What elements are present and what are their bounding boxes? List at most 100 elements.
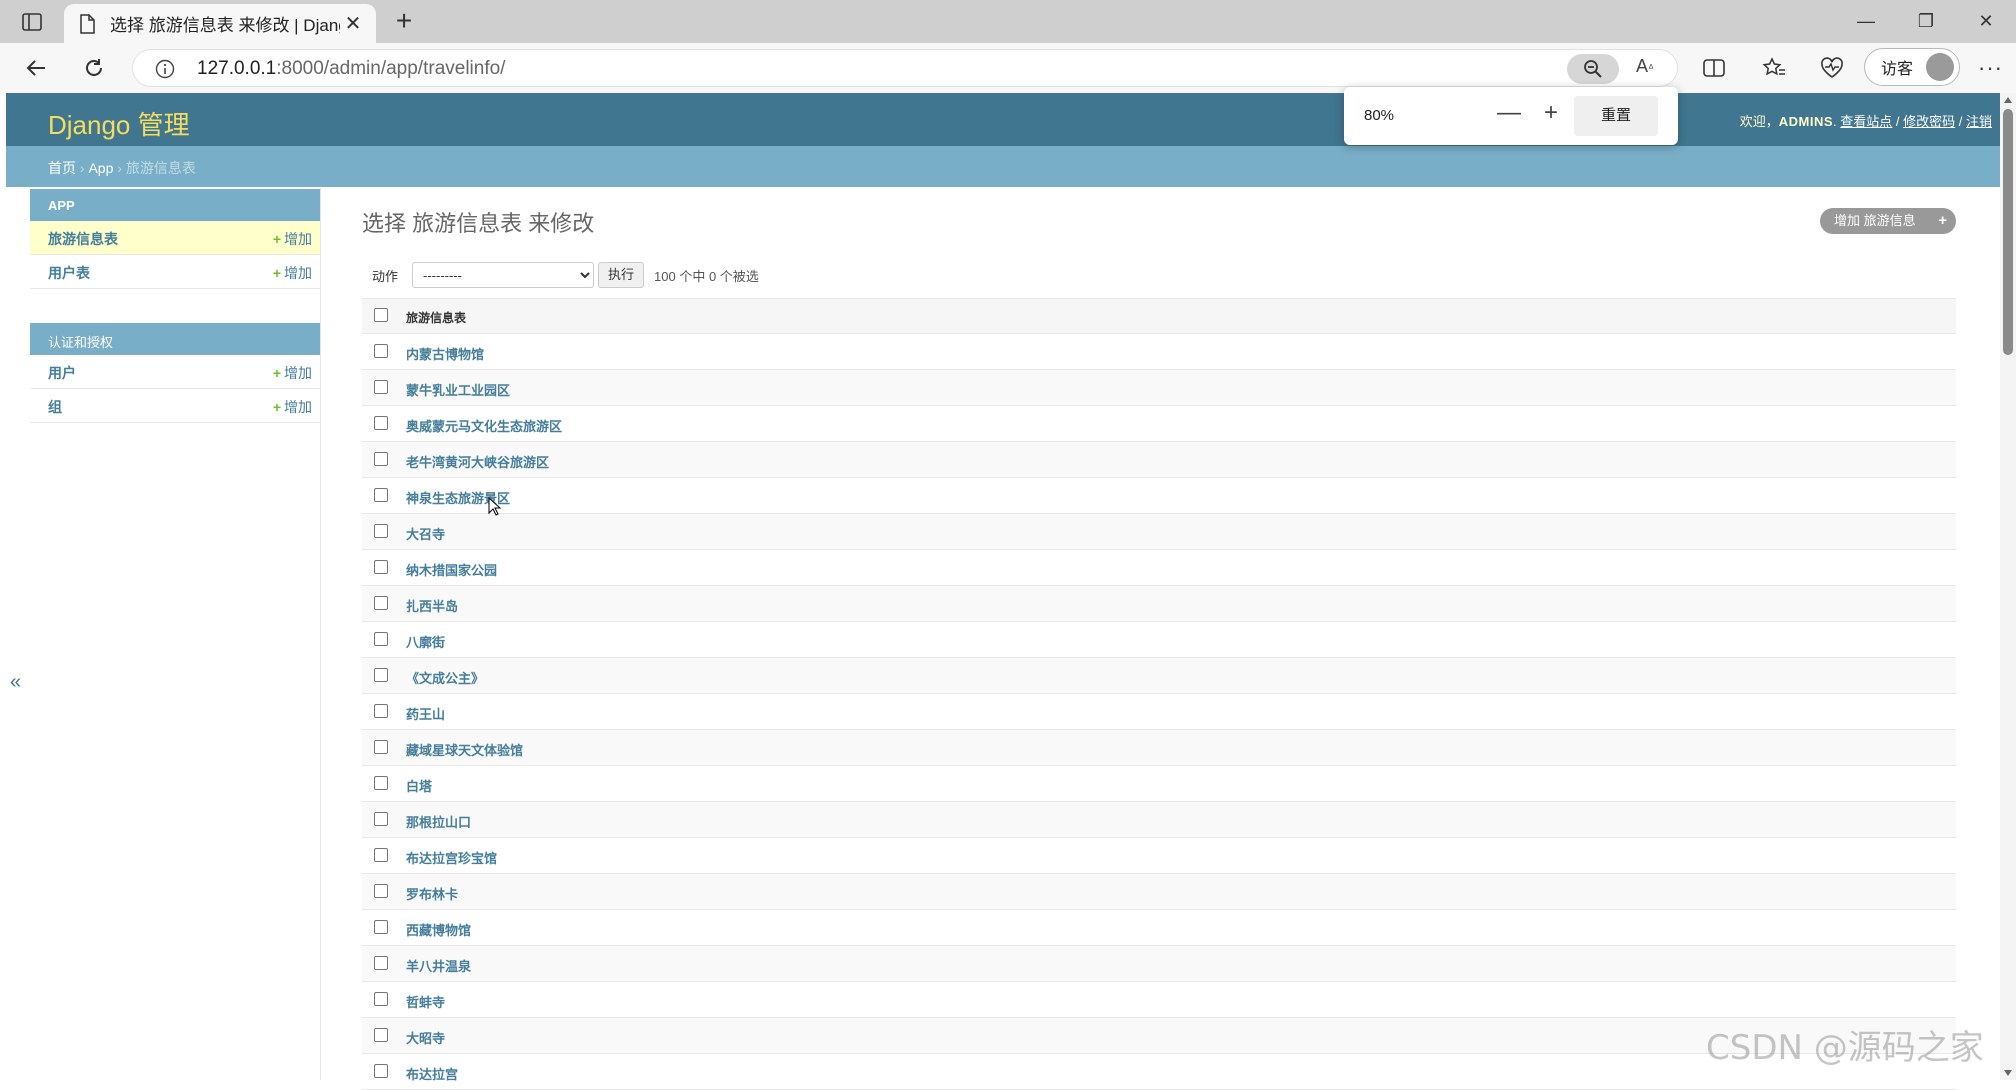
- row-link[interactable]: 扎西半岛: [406, 596, 458, 615]
- row-link[interactable]: 老牛湾黄河大峡谷旅游区: [406, 452, 549, 471]
- run-action-button[interactable]: 执行: [598, 262, 645, 288]
- column-header[interactable]: 旅游信息表: [406, 309, 466, 326]
- row-link[interactable]: 八廓街: [406, 632, 445, 651]
- row-checkbox[interactable]: [374, 740, 388, 754]
- sidebar-item-label[interactable]: 组: [48, 397, 62, 417]
- scrollbar-thumb[interactable]: [2003, 109, 2013, 355]
- sidebar-add-link[interactable]: + 增加: [273, 397, 312, 417]
- site-info-icon[interactable]: [155, 59, 175, 79]
- select-all-checkbox[interactable]: [374, 308, 388, 322]
- sidebar-item-label[interactable]: 用户表: [48, 263, 90, 283]
- row-checkbox[interactable]: [374, 524, 388, 538]
- close-tab-icon[interactable]: ✕: [342, 11, 364, 36]
- browser-tab[interactable]: 选择 旅游信息表 来修改 | Django ✕: [64, 4, 376, 43]
- row-checkbox[interactable]: [374, 1064, 388, 1078]
- row-link[interactable]: 布达拉宫珍宝馆: [406, 848, 497, 867]
- row-checkbox[interactable]: [374, 992, 388, 1006]
- profile-button[interactable]: 访客: [1864, 48, 1960, 86]
- sidebar-item-label[interactable]: 用户: [48, 363, 76, 383]
- window-controls: — ❐ ✕: [1836, 0, 2016, 43]
- row-link[interactable]: 布达拉宫: [406, 1064, 458, 1083]
- row-checkbox[interactable]: [374, 704, 388, 718]
- close-window-button[interactable]: ✕: [1956, 0, 2016, 43]
- table-row: 扎西半岛: [362, 586, 1956, 622]
- tab-actions-icon[interactable]: [14, 8, 50, 36]
- welcome-text: 欢迎，: [1739, 114, 1779, 129]
- row-checkbox[interactable]: [374, 884, 388, 898]
- table-row: 白塔: [362, 766, 1956, 802]
- row-checkbox[interactable]: [374, 452, 388, 466]
- sidebar-item-label[interactable]: 旅游信息表: [48, 229, 118, 249]
- row-checkbox[interactable]: [374, 956, 388, 970]
- row-link[interactable]: 藏域星球天文体验馆: [406, 740, 523, 759]
- change-password-link[interactable]: 修改密码: [1903, 114, 1955, 129]
- row-checkbox[interactable]: [374, 416, 388, 430]
- split-screen-icon[interactable]: [1698, 53, 1730, 83]
- zoom-reset-button[interactable]: 重置: [1574, 96, 1658, 136]
- row-link[interactable]: 蒙牛乳业工业园区: [406, 380, 510, 399]
- table-row: 内蒙古博物馆: [362, 334, 1956, 370]
- module-caption-app[interactable]: APP: [30, 189, 320, 221]
- browser-essentials-icon[interactable]: [1816, 53, 1848, 83]
- row-link[interactable]: 西藏博物馆: [406, 920, 471, 939]
- sidebar-add-link[interactable]: + 增加: [273, 263, 312, 283]
- row-link[interactable]: 《文成公主》: [406, 668, 484, 687]
- breadcrumb-home[interactable]: 首页: [48, 160, 76, 176]
- back-button[interactable]: [20, 53, 52, 83]
- row-link[interactable]: 奥威蒙元马文化生态旅游区: [406, 416, 562, 435]
- action-select[interactable]: ---------: [412, 262, 595, 288]
- row-checkbox[interactable]: [374, 668, 388, 682]
- logout-link[interactable]: 注销: [1966, 114, 1992, 129]
- row-checkbox[interactable]: [374, 632, 388, 646]
- plus-icon: +: [1938, 212, 1947, 229]
- zoom-out-button[interactable]: —: [1494, 99, 1524, 129]
- row-link[interactable]: 内蒙古博物馆: [406, 344, 484, 363]
- sidebar-toggle-button[interactable]: «: [10, 671, 21, 694]
- add-label: 增加: [284, 399, 312, 415]
- site-branding[interactable]: Django 管理: [48, 105, 190, 142]
- zoom-indicator-icon[interactable]: [1567, 54, 1619, 84]
- restore-button[interactable]: ❐: [1896, 0, 1956, 43]
- row-checkbox[interactable]: [374, 812, 388, 826]
- row-checkbox[interactable]: [374, 920, 388, 934]
- add-travelinfo-button[interactable]: 增加 旅游信息表 +: [1820, 208, 1956, 254]
- breadcrumb-app[interactable]: App: [88, 160, 113, 176]
- row-link[interactable]: 纳木措国家公园: [406, 560, 497, 579]
- add-icon: +: [272, 365, 281, 381]
- scroll-up-icon[interactable]: [2004, 97, 2012, 103]
- table-row: 西藏博物馆: [362, 910, 1956, 946]
- row-checkbox[interactable]: [374, 344, 388, 358]
- new-tab-button[interactable]: +: [388, 6, 420, 38]
- minimize-button[interactable]: —: [1836, 0, 1896, 43]
- row-link[interactable]: 那根拉山口: [406, 812, 471, 831]
- read-aloud-icon[interactable]: Aᐞ: [1631, 56, 1659, 82]
- module-caption-auth[interactable]: 认证和授权: [30, 323, 320, 355]
- refresh-button[interactable]: [78, 53, 110, 83]
- row-link[interactable]: 哲蚌寺: [406, 992, 445, 1011]
- row-link[interactable]: 白塔: [406, 776, 432, 795]
- row-checkbox[interactable]: [374, 488, 388, 502]
- scroll-down-icon[interactable]: [2004, 1070, 2012, 1076]
- sidebar-add-link[interactable]: + 增加: [273, 363, 312, 383]
- url-field[interactable]: 127.0.0.1:8000/admin/app/travelinfo/ Aᐞ: [132, 49, 1678, 87]
- row-checkbox[interactable]: [374, 776, 388, 790]
- row-checkbox[interactable]: [374, 380, 388, 394]
- row-link[interactable]: 大召寺: [406, 524, 445, 543]
- user-tools: 欢迎，ADMINS. 查看站点 / 修改密码 / 注销: [1739, 114, 1992, 129]
- selection-counter: 100 个中 0 个被选: [654, 268, 759, 284]
- row-link[interactable]: 羊八井温泉: [406, 956, 471, 975]
- table-row: 布达拉宫珍宝馆: [362, 838, 1956, 874]
- more-menu-icon[interactable]: ···: [1978, 55, 2003, 81]
- view-site-link[interactable]: 查看站点: [1840, 114, 1892, 129]
- row-checkbox[interactable]: [374, 1028, 388, 1042]
- row-checkbox[interactable]: [374, 560, 388, 574]
- zoom-in-button[interactable]: +: [1536, 99, 1566, 129]
- sidebar-add-link[interactable]: + 增加: [273, 229, 312, 249]
- favorites-icon[interactable]: [1758, 53, 1790, 83]
- row-link[interactable]: 大昭寺: [406, 1028, 445, 1047]
- row-checkbox[interactable]: [374, 848, 388, 862]
- row-checkbox[interactable]: [374, 596, 388, 610]
- row-link[interactable]: 药王山: [406, 704, 445, 723]
- page-scrollbar[interactable]: [2000, 93, 2016, 1080]
- row-link[interactable]: 罗布林卡: [406, 884, 458, 903]
